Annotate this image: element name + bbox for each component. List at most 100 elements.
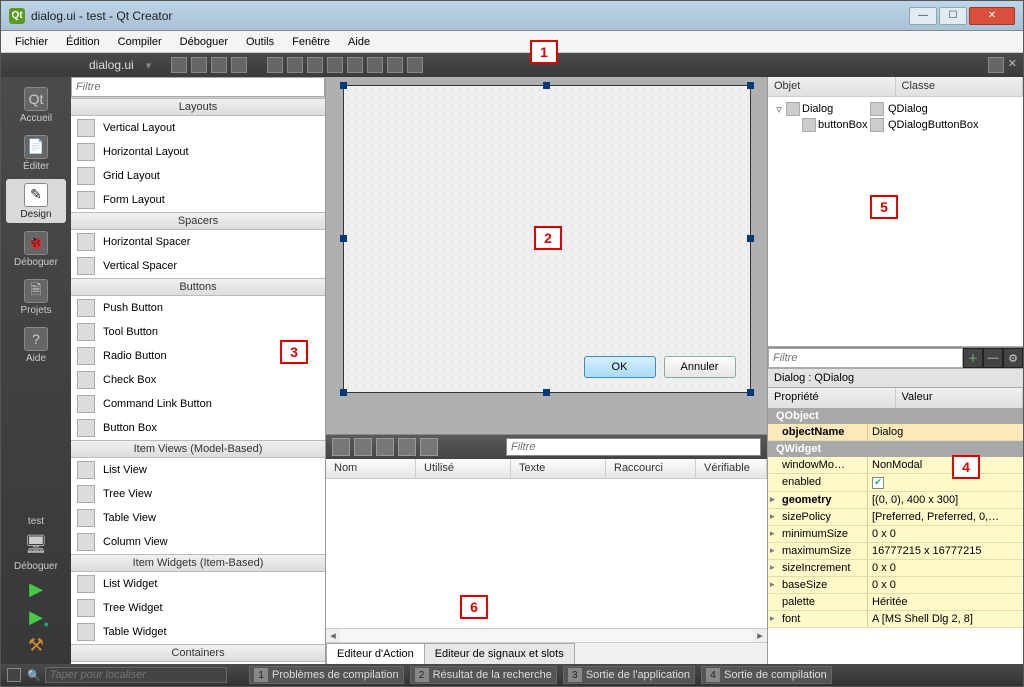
add-property-button[interactable]: ＋ — [963, 348, 983, 368]
layout-vsplit-icon[interactable] — [327, 57, 343, 73]
split-icon[interactable] — [988, 57, 1004, 73]
open-file-tab[interactable]: dialog.ui — [81, 56, 142, 74]
prop-sizepolicy[interactable]: ▸sizePolicy[Preferred, Preferred, 0,… — [768, 509, 1023, 526]
action-filter-input[interactable] — [506, 438, 761, 456]
prop-basesize[interactable]: ▸baseSize0 x 0 — [768, 577, 1023, 594]
property-menu-button[interactable]: ⚙ — [1003, 348, 1023, 368]
titlebar[interactable]: Qt dialog.ui - test - Qt Creator — ☐ ✕ — [1, 1, 1023, 31]
menu-edition[interactable]: Édition — [58, 34, 108, 50]
widgetbox-filter-input[interactable] — [71, 77, 325, 97]
ok-button[interactable]: OK — [584, 356, 656, 378]
adjust-size-icon[interactable] — [407, 57, 423, 73]
prop-enabled[interactable]: enabled✔ — [768, 474, 1023, 492]
menu-fichier[interactable]: Fichier — [7, 34, 56, 50]
widget-item[interactable]: Check Box — [71, 368, 325, 392]
widget-category[interactable]: Buttons — [71, 278, 325, 296]
col-objet[interactable]: Objet — [768, 77, 896, 96]
tab-signals-slots[interactable]: Editeur de signaux et slots — [424, 643, 575, 664]
cancel-button[interactable]: Annuler — [664, 356, 736, 378]
object-row[interactable]: ▿DialogQDialog — [770, 101, 1021, 117]
menu-aide[interactable]: Aide — [340, 34, 378, 50]
prop-maximumsize[interactable]: ▸maximumSize16777215 x 16777215 — [768, 543, 1023, 560]
layout-hsplit-icon[interactable] — [307, 57, 323, 73]
widget-category[interactable]: Item Widgets (Item-Based) — [71, 554, 325, 572]
mode-accueil[interactable]: QtAccueil — [6, 83, 66, 127]
tool-icon[interactable] — [191, 57, 207, 73]
maximize-button[interactable]: ☐ — [939, 7, 967, 25]
prop-windowmodality[interactable]: windowMo…NonModal — [768, 457, 1023, 474]
widget-item[interactable]: Horizontal Spacer — [71, 230, 325, 254]
widget-item[interactable]: Table View — [71, 506, 325, 530]
widget-item[interactable]: Horizontal Layout — [71, 140, 325, 164]
status-tab-compile-problems[interactable]: 1Problèmes de compilation — [249, 666, 404, 684]
widget-item[interactable]: Command Link Button — [71, 392, 325, 416]
run-button[interactable]: ▶ — [22, 578, 50, 600]
tab-action-editor[interactable]: Editeur d'Action — [326, 643, 425, 664]
tool-icon[interactable] — [171, 57, 187, 73]
status-tab-compile-output[interactable]: 4Sortie de compilation — [701, 666, 832, 684]
dialog-button-box[interactable]: OK Annuler — [584, 356, 736, 378]
widget-item[interactable]: Tree Widget — [71, 596, 325, 620]
widget-category[interactable]: Spacers — [71, 212, 325, 230]
new-action-icon[interactable] — [332, 438, 350, 456]
prop-minimumsize[interactable]: ▸minimumSize0 x 0 — [768, 526, 1023, 543]
minimize-button[interactable]: — — [909, 7, 937, 25]
col-classe[interactable]: Classe — [896, 77, 1024, 96]
widget-item[interactable]: Vertical Spacer — [71, 254, 325, 278]
prop-font[interactable]: ▸fontA [MS Shell Dlg 2, 8] — [768, 611, 1023, 628]
property-list[interactable]: QObject objectNameDialog QWidget windowM… — [768, 408, 1023, 628]
widget-item[interactable]: List Widget — [71, 572, 325, 596]
break-layout-icon[interactable] — [387, 57, 403, 73]
tool-icon[interactable] — [211, 57, 227, 73]
mode-design[interactable]: ✎Design — [6, 179, 66, 223]
menu-fenetre[interactable]: Fenêtre — [284, 34, 338, 50]
horizontal-scrollbar[interactable]: ◂▸ — [326, 628, 767, 642]
mode-editer[interactable]: 📄Éditer — [6, 131, 66, 175]
layout-form-icon[interactable] — [367, 57, 383, 73]
widget-item[interactable]: Column View — [71, 530, 325, 554]
paste-action-icon[interactable] — [376, 438, 394, 456]
panel-close-icon[interactable]: ✕ — [1008, 57, 1017, 73]
widget-item[interactable]: Table Widget — [71, 620, 325, 644]
widget-item[interactable]: List View — [71, 458, 325, 482]
tool-icon[interactable] — [231, 57, 247, 73]
locator-input[interactable] — [45, 667, 227, 683]
copy-action-icon[interactable] — [354, 438, 372, 456]
layout-grid-icon[interactable] — [347, 57, 363, 73]
prop-objectname[interactable]: objectNameDialog — [768, 424, 1023, 441]
widget-category[interactable]: Containers — [71, 644, 325, 662]
layout-horizontal-icon[interactable] — [267, 57, 283, 73]
delete-action-icon[interactable] — [398, 438, 416, 456]
col-propriete[interactable]: Propriété — [768, 388, 896, 408]
widget-category[interactable]: Layouts — [71, 98, 325, 116]
menu-outils[interactable]: Outils — [238, 34, 282, 50]
prop-geometry[interactable]: ▸geometry[(0, 0), 400 x 300] — [768, 492, 1023, 509]
layout-vertical-icon[interactable] — [287, 57, 303, 73]
widget-item[interactable]: Grid Layout — [71, 164, 325, 188]
debug-run-button[interactable]: ▶● — [22, 606, 50, 628]
mode-deboguer[interactable]: 🐞Déboguer — [6, 227, 66, 271]
widget-item[interactable]: Tree View — [71, 482, 325, 506]
build-button[interactable]: ⚒ — [22, 634, 50, 656]
checkbox-icon[interactable]: ✔ — [872, 477, 884, 489]
object-tree[interactable]: ▿DialogQDialogbuttonBoxQDialogButtonBox — [768, 97, 1023, 346]
mode-projets[interactable]: 🗎Projets — [6, 275, 66, 319]
target-selector[interactable]: 🖥 — [22, 533, 50, 555]
widgetbox-tree[interactable]: LayoutsVertical LayoutHorizontal LayoutG… — [71, 97, 325, 664]
widget-item[interactable]: Vertical Layout — [71, 116, 325, 140]
action-list[interactable] — [326, 479, 767, 628]
menu-compiler[interactable]: Compiler — [110, 34, 170, 50]
widget-item[interactable]: Button Box — [71, 416, 325, 440]
expander-icon[interactable]: ▿ — [774, 103, 784, 116]
menu-deboguer[interactable]: Déboguer — [172, 34, 236, 50]
col-valeur[interactable]: Valeur — [896, 388, 1024, 408]
property-filter-input[interactable] — [768, 348, 963, 368]
close-button[interactable]: ✕ — [969, 7, 1015, 25]
prop-palette[interactable]: paletteHéritée — [768, 594, 1023, 611]
widget-category[interactable]: Item Views (Model-Based) — [71, 440, 325, 458]
object-row[interactable]: buttonBoxQDialogButtonBox — [770, 117, 1021, 133]
widget-item[interactable]: Form Layout — [71, 188, 325, 212]
remove-property-button[interactable]: — — [983, 348, 1003, 368]
output-toggle[interactable] — [7, 668, 21, 682]
mode-aide[interactable]: ?Aide — [6, 323, 66, 367]
